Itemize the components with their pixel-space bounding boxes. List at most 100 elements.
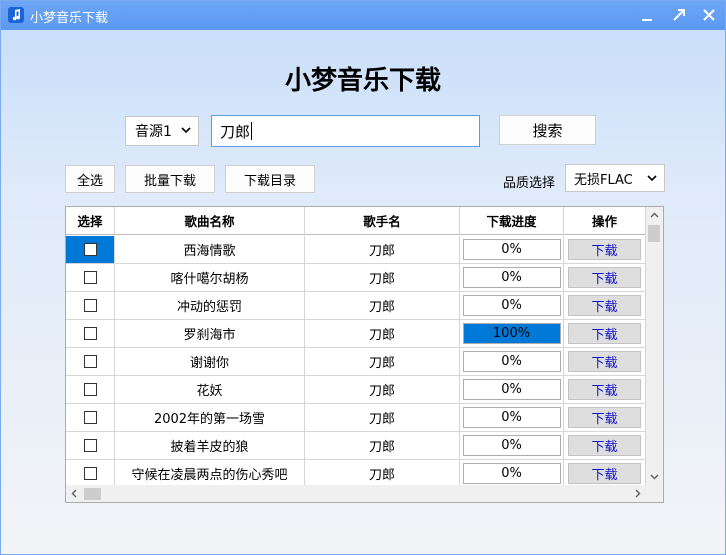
progress-cell: 0%	[460, 376, 564, 404]
app-window: 小梦音乐下载 小梦音乐下载 音源1 刀郎 搜索 全选 批量下载 下载目录 品质选…	[0, 0, 726, 555]
action-cell: 下载	[564, 292, 646, 320]
horizontal-scroll-thumb[interactable]	[84, 488, 101, 500]
column-header-action[interactable]: 操作	[564, 207, 646, 235]
scroll-down-arrow-icon[interactable]	[646, 468, 663, 485]
select-cell[interactable]	[66, 460, 115, 488]
action-cell: 下载	[564, 236, 646, 264]
download-progress-bar: 0%	[462, 435, 561, 456]
row-checkbox[interactable]	[83, 299, 97, 312]
action-cell: 下载	[564, 460, 646, 488]
progress-cell: 0%	[460, 264, 564, 292]
search-button[interactable]: 搜索	[499, 115, 596, 145]
artist-cell: 刀郎	[305, 264, 460, 292]
download-button[interactable]: 下载	[568, 239, 641, 260]
row-checkbox[interactable]	[83, 467, 97, 480]
window-title: 小梦音乐下载	[30, 11, 109, 26]
maximize-button[interactable]	[663, 1, 695, 29]
row-checkbox[interactable]	[83, 439, 97, 452]
table-row[interactable]: 守候在凌晨两点的伤心秀吧 刀郎 0% 下载	[66, 460, 646, 488]
progress-cell: 100%	[460, 320, 564, 348]
column-header-select[interactable]: 选择	[66, 207, 115, 235]
minimize-button[interactable]	[631, 1, 663, 29]
progress-cell: 0%	[460, 292, 564, 320]
progress-text: 0%	[501, 270, 522, 285]
minimize-icon	[642, 19, 652, 21]
music-note-icon	[8, 7, 24, 23]
select-cell[interactable]	[66, 264, 115, 292]
table-row[interactable]: 西海情歌 刀郎 0% 下载	[66, 236, 646, 264]
client-area: 小梦音乐下载 音源1 刀郎 搜索 全选 批量下载 下载目录 品质选择 无损FLA…	[1, 30, 725, 554]
progress-text: 0%	[501, 438, 522, 453]
table-row[interactable]: 2002年的第一场雪 刀郎 0% 下载	[66, 404, 646, 432]
scroll-up-arrow-icon[interactable]	[646, 207, 663, 224]
download-button[interactable]: 下载	[568, 435, 641, 456]
progress-text: 0%	[501, 354, 522, 369]
close-button[interactable]	[693, 1, 725, 29]
download-button[interactable]: 下载	[568, 407, 641, 428]
maximize-icon	[673, 9, 685, 21]
artist-cell: 刀郎	[305, 292, 460, 320]
download-button[interactable]: 下载	[568, 323, 641, 344]
artist-cell: 刀郎	[305, 432, 460, 460]
download-button[interactable]: 下载	[568, 351, 641, 372]
row-checkbox[interactable]	[83, 411, 97, 424]
row-checkbox[interactable]	[83, 383, 97, 396]
row-checkbox[interactable]	[83, 327, 97, 340]
select-cell[interactable]	[66, 376, 115, 404]
vertical-scrollbar[interactable]	[646, 207, 663, 485]
horizontal-scrollbar[interactable]	[66, 485, 646, 502]
select-cell[interactable]	[66, 348, 115, 376]
text-caret	[251, 122, 253, 140]
row-checkbox[interactable]	[83, 243, 97, 256]
select-cell[interactable]	[66, 432, 115, 460]
select-all-button[interactable]: 全选	[65, 165, 115, 193]
source-select[interactable]: 音源1	[125, 116, 199, 146]
column-header-title[interactable]: 歌曲名称	[115, 207, 305, 235]
download-progress-bar: 0%	[462, 407, 561, 428]
select-cell[interactable]	[66, 292, 115, 320]
table-row[interactable]: 罗刹海市 刀郎 100% 下载	[66, 320, 646, 348]
progress-text: 0%	[501, 466, 522, 481]
action-cell: 下载	[564, 404, 646, 432]
download-button[interactable]: 下载	[568, 463, 641, 484]
download-button[interactable]: 下载	[568, 379, 641, 400]
select-cell[interactable]	[66, 404, 115, 432]
action-cell: 下载	[564, 432, 646, 460]
quality-select-value: 无损FLAC	[574, 172, 633, 188]
scroll-right-arrow-icon[interactable]	[629, 485, 646, 502]
download-progress-bar: 0%	[462, 239, 561, 260]
row-checkbox[interactable]	[83, 355, 97, 368]
download-directory-button[interactable]: 下载目录	[225, 165, 315, 193]
table-row[interactable]: 谢谢你 刀郎 0% 下载	[66, 348, 646, 376]
download-progress-bar: 100%	[462, 323, 561, 344]
batch-download-button[interactable]: 批量下载	[125, 165, 215, 193]
table-row[interactable]: 披着羊皮的狼 刀郎 0% 下载	[66, 432, 646, 460]
search-input[interactable]: 刀郎	[211, 115, 480, 147]
scroll-left-arrow-icon[interactable]	[66, 485, 83, 502]
progress-cell: 0%	[460, 348, 564, 376]
download-button[interactable]: 下载	[568, 267, 641, 288]
artist-cell: 刀郎	[305, 404, 460, 432]
select-cell[interactable]	[66, 236, 115, 264]
song-title-cell: 披着羊皮的狼	[115, 432, 305, 460]
select-cell[interactable]	[66, 320, 115, 348]
title-bar[interactable]: 小梦音乐下载	[1, 1, 725, 30]
column-header-artist[interactable]: 歌手名	[305, 207, 460, 235]
table-row[interactable]: 冲动的惩罚 刀郎 0% 下载	[66, 292, 646, 320]
table-row[interactable]: 花妖 刀郎 0% 下载	[66, 376, 646, 404]
table-row[interactable]: 喀什噶尔胡杨 刀郎 0% 下载	[66, 264, 646, 292]
download-progress-bar: 0%	[462, 267, 561, 288]
progress-cell: 0%	[460, 404, 564, 432]
progress-text: 0%	[501, 382, 522, 397]
song-title-cell: 罗刹海市	[115, 320, 305, 348]
progress-text: 0%	[501, 410, 522, 425]
download-progress-bar: 0%	[462, 351, 561, 372]
artist-cell: 刀郎	[305, 460, 460, 488]
vertical-scroll-thumb[interactable]	[648, 225, 660, 242]
chevron-down-icon	[181, 127, 191, 134]
row-checkbox[interactable]	[83, 271, 97, 284]
download-button[interactable]: 下载	[568, 295, 641, 316]
close-icon	[703, 9, 715, 21]
quality-select[interactable]: 无损FLAC	[565, 164, 665, 192]
column-header-progress[interactable]: 下载进度	[460, 207, 564, 235]
